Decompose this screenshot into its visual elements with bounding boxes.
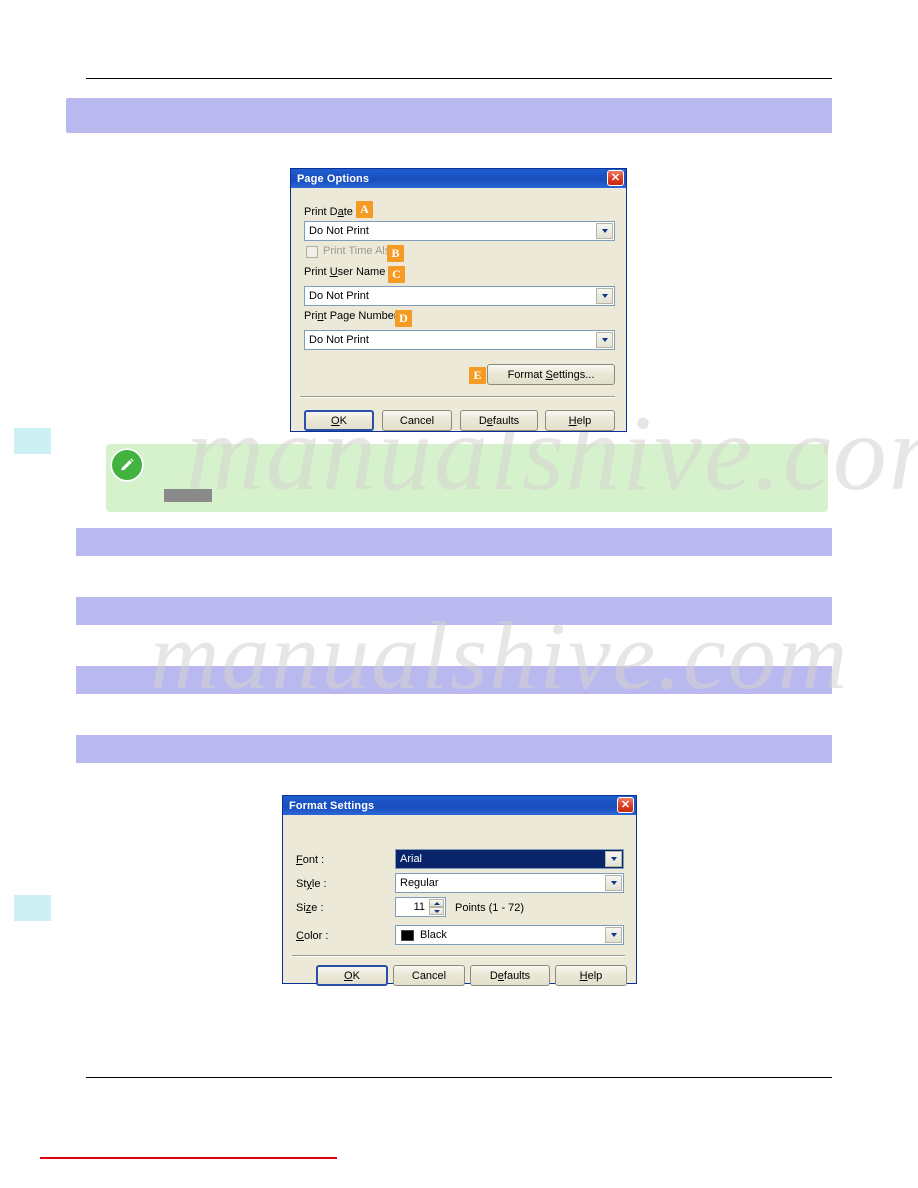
font-combo[interactable]: Arial	[395, 849, 624, 869]
style-combo[interactable]: Regular	[395, 873, 624, 893]
cancel-button[interactable]: Cancel	[393, 965, 465, 986]
print-page-number-combo[interactable]: Do Not Print	[304, 330, 615, 350]
spinner-up-icon[interactable]	[429, 899, 444, 907]
note-box	[106, 444, 828, 512]
chevron-down-icon[interactable]	[605, 927, 622, 943]
color-combo[interactable]: Black	[395, 925, 624, 945]
print-user-name-label: Print User Name :	[304, 266, 392, 278]
print-date-label: Print Date :	[304, 206, 360, 218]
help-button[interactable]: Help	[545, 410, 615, 431]
cancel-button[interactable]: Cancel	[382, 410, 452, 431]
font-label: Font :	[296, 854, 325, 866]
close-icon[interactable]: ✕	[617, 797, 634, 813]
footer-accent-rule	[40, 1157, 337, 1159]
size-spinner-buttons[interactable]	[429, 899, 444, 915]
size-stepper[interactable]: 11	[395, 897, 446, 917]
print-user-name-value: Do Not Print	[309, 290, 369, 302]
ok-label: OK	[344, 969, 360, 982]
help-label: Help	[568, 414, 592, 427]
callout-badge-b: B	[387, 245, 404, 262]
font-value: Arial	[400, 853, 423, 865]
format-settings-title: Format Settings	[289, 799, 375, 812]
print-date-value: Do Not Print	[309, 225, 369, 237]
content-bar-4	[76, 735, 832, 763]
color-value: Black	[420, 929, 447, 941]
chevron-down-icon[interactable]	[596, 332, 613, 348]
print-page-number-value: Do Not Print	[309, 334, 369, 346]
pencil-glyph	[121, 458, 134, 471]
side-tab-upper	[14, 428, 51, 454]
callout-badge-a: A	[356, 201, 373, 218]
chevron-down-icon[interactable]	[605, 851, 622, 867]
print-time-also-label: Print Time Also	[323, 245, 397, 257]
size-label: Size :	[296, 902, 324, 914]
ok-button[interactable]: OK	[304, 410, 374, 431]
defaults-label: Defaults	[478, 414, 520, 427]
style-value: Regular	[400, 877, 439, 889]
chevron-down-icon[interactable]	[596, 288, 613, 304]
chevron-down-icon[interactable]	[605, 875, 622, 891]
section-title-banner	[66, 98, 832, 133]
page-options-titlebar[interactable]: Page Options ✕	[291, 169, 626, 188]
cancel-label: Cancel	[399, 414, 435, 427]
help-label: Help	[579, 969, 603, 982]
footer-rule	[86, 1077, 832, 1078]
format-settings-button[interactable]: Format Settings...	[487, 364, 615, 385]
size-value: 11	[413, 901, 425, 913]
content-bar-2	[76, 597, 832, 625]
defaults-button[interactable]: Defaults	[470, 965, 550, 986]
chevron-down-icon[interactable]	[596, 223, 613, 239]
print-time-also-checkbox[interactable]	[306, 246, 318, 258]
defaults-label: Defaults	[489, 969, 531, 982]
page-options-dialog[interactable]: Page Options ✕ Print Date : Do Not Print…	[290, 168, 627, 432]
print-page-number-label: Print Page Number :	[304, 310, 404, 322]
note-redacted-text	[164, 489, 212, 502]
ok-label: OK	[331, 414, 347, 427]
defaults-button[interactable]: Defaults	[460, 410, 538, 431]
format-settings-titlebar[interactable]: Format Settings ✕	[283, 796, 636, 815]
side-tab-lower	[14, 895, 51, 921]
print-user-name-combo[interactable]: Do Not Print	[304, 286, 615, 306]
content-bar-1	[76, 528, 832, 556]
help-button[interactable]: Help	[555, 965, 627, 986]
ok-button[interactable]: OK	[316, 965, 388, 986]
format-settings-dialog[interactable]: Format Settings ✕ Font : Arial Style : R…	[282, 795, 637, 986]
color-swatch	[401, 930, 414, 941]
color-label: Color :	[296, 930, 329, 942]
page-options-title: Page Options	[297, 172, 370, 185]
style-label: Style :	[296, 878, 327, 890]
callout-badge-c: C	[388, 266, 405, 283]
note-pencil-icon	[110, 448, 144, 482]
callout-badge-e: E	[469, 367, 486, 384]
size-hint: Points (1 - 72)	[455, 902, 525, 914]
button-separator-highlight	[300, 397, 615, 398]
close-icon[interactable]: ✕	[607, 170, 624, 186]
button-separator-highlight	[292, 956, 625, 957]
callout-badge-d: D	[395, 310, 412, 327]
spinner-down-icon[interactable]	[429, 907, 444, 915]
content-bar-3	[76, 666, 832, 694]
cancel-label: Cancel	[411, 969, 447, 982]
format-settings-label: Format Settings...	[507, 368, 595, 381]
header-rule	[86, 78, 832, 79]
print-date-combo[interactable]: Do Not Print	[304, 221, 615, 241]
